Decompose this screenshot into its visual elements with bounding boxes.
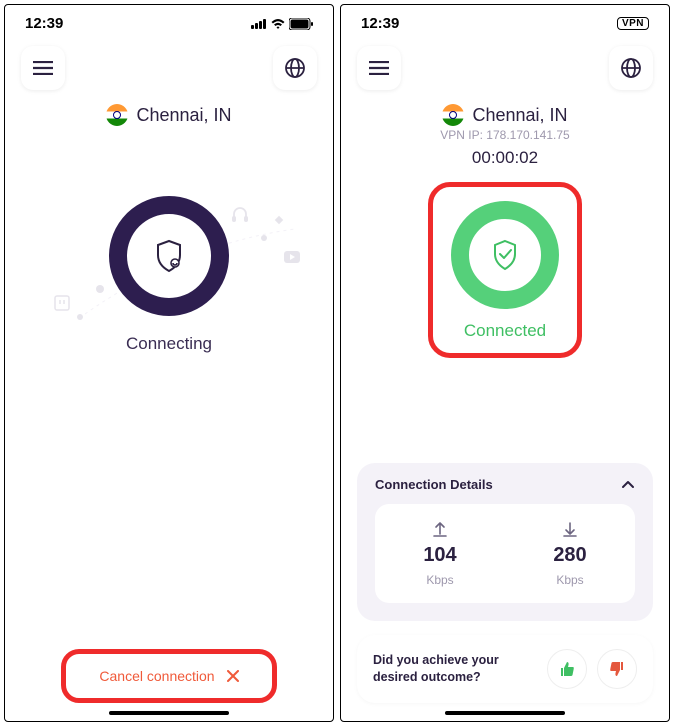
twitch-icon: [53, 294, 73, 314]
bottom-area: Connection Details 104 Kbps 280 Kbps Did…: [341, 463, 669, 721]
connect-ring[interactable]: [451, 201, 559, 309]
home-indicator: [109, 711, 229, 715]
connect-ring-circle: [109, 196, 229, 316]
outcome-question: Did you achieve your desired outcome?: [373, 652, 537, 687]
cellular-icon: [251, 18, 267, 29]
download-value: 280: [553, 544, 586, 567]
top-bar: [341, 36, 669, 100]
connection-timer: 00:00:02: [472, 148, 538, 168]
dot2-icon: [75, 312, 85, 322]
download-icon: [562, 520, 578, 538]
india-flag-icon: [106, 104, 128, 126]
cancel-connection-button[interactable]: Cancel connection: [61, 649, 277, 703]
thumbs-up-icon: [558, 660, 576, 678]
main-area: Connecting: [5, 126, 333, 649]
menu-button[interactable]: [21, 46, 65, 90]
location-row[interactable]: Chennai, IN: [106, 104, 231, 126]
hamburger-icon: [369, 61, 389, 75]
youtube-icon: [283, 250, 301, 264]
screen-connected: 12:39 VPN Chennai, IN VPN IP: 178.170.14…: [340, 4, 670, 722]
download-unit: Kbps: [556, 573, 583, 587]
cancel-label: Cancel connection: [99, 668, 214, 684]
headphones-icon: [230, 204, 250, 224]
home-indicator: [445, 711, 565, 715]
stats-row: 104 Kbps 280 Kbps: [375, 504, 635, 603]
dot-small-icon: [260, 234, 268, 242]
india-flag-icon: [442, 104, 464, 126]
clock-text: 12:39: [361, 15, 399, 32]
menu-button[interactable]: [357, 46, 401, 90]
thumbs-down-icon: [608, 660, 626, 678]
panel-title: Connection Details: [375, 477, 493, 492]
clock-text: 12:39: [25, 15, 63, 32]
panel-header[interactable]: Connection Details: [375, 477, 635, 492]
location-row[interactable]: Chennai, IN: [442, 104, 567, 126]
battery-icon: [289, 18, 313, 30]
screen-connecting: 12:39 Chennai, IN: [4, 4, 334, 722]
connection-details-panel: Connection Details 104 Kbps 280 Kbps: [357, 463, 653, 621]
status-bar: 12:39 VPN: [341, 5, 669, 36]
outcome-prompt: Did you achieve your desired outcome?: [357, 635, 653, 703]
upload-value: 104: [423, 544, 456, 567]
close-icon: [227, 670, 239, 682]
shield-icon: [154, 239, 184, 273]
wifi-icon: [270, 18, 286, 30]
globe-icon: [284, 57, 306, 79]
location-header: Chennai, IN VPN IP: 178.170.141.75 00:00…: [341, 104, 669, 168]
hamburger-icon: [33, 61, 53, 75]
download-stat: 280 Kbps: [505, 520, 635, 587]
status-bar: 12:39: [5, 5, 333, 36]
vpn-badge: VPN: [617, 17, 649, 30]
main-area: Connected: [341, 168, 669, 463]
globe-button[interactable]: [273, 46, 317, 90]
connection-status: Connecting: [126, 334, 212, 354]
dot-icon: [95, 284, 105, 294]
upload-stat: 104 Kbps: [375, 520, 505, 587]
connect-ring[interactable]: [109, 196, 229, 316]
thumbs-down-button[interactable]: [597, 649, 637, 689]
vpn-ip-text: VPN IP: 178.170.141.75: [440, 128, 569, 142]
upload-icon: [432, 520, 448, 538]
highlight-box: Connected: [428, 182, 582, 358]
chevron-up-icon: [621, 480, 635, 489]
shield-check-icon: [491, 239, 519, 271]
globe-icon: [620, 57, 642, 79]
diamond-icon: [273, 214, 285, 226]
top-bar: [5, 36, 333, 100]
upload-unit: Kbps: [426, 573, 453, 587]
globe-button[interactable]: [609, 46, 653, 90]
status-icons: [251, 18, 313, 30]
location-text: Chennai, IN: [472, 105, 567, 126]
thumbs-up-button[interactable]: [547, 649, 587, 689]
connect-ring-highlighted: Connected: [428, 182, 582, 358]
connection-status: Connected: [464, 321, 546, 341]
location-header: Chennai, IN: [5, 104, 333, 126]
location-text: Chennai, IN: [136, 105, 231, 126]
